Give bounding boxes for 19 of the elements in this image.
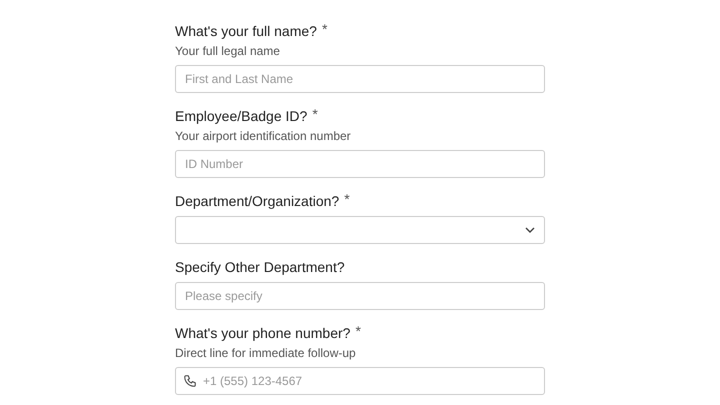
text-field[interactable]: First and Last Name <box>175 65 545 93</box>
phone-field[interactable]: +1 (555) 123-4567 <box>175 367 545 395</box>
required-mark: * <box>344 192 350 206</box>
chevron-down-icon <box>525 227 535 233</box>
field-hint: Your full legal name <box>175 43 281 59</box>
required-mark: * <box>312 107 318 121</box>
text-field[interactable]: ID Number <box>175 150 545 178</box>
field-label: Employee/Badge ID? <box>175 107 308 125</box>
required-mark: * <box>322 22 328 36</box>
field-label: Specify Other Department? <box>175 258 345 276</box>
dropdown-field[interactable] <box>175 216 545 244</box>
text-field[interactable]: Please specify <box>175 282 545 310</box>
field-label: Department/Organization? <box>175 192 340 210</box>
field-hint: Direct line for immediate follow-up <box>175 345 357 361</box>
field-hint: Your airport identification number <box>175 128 352 144</box>
required-mark: * <box>355 324 361 338</box>
phone-icon <box>183 374 197 388</box>
field-label: What's your full name? <box>175 22 317 40</box>
field-label: What's your phone number? <box>175 324 350 342</box>
